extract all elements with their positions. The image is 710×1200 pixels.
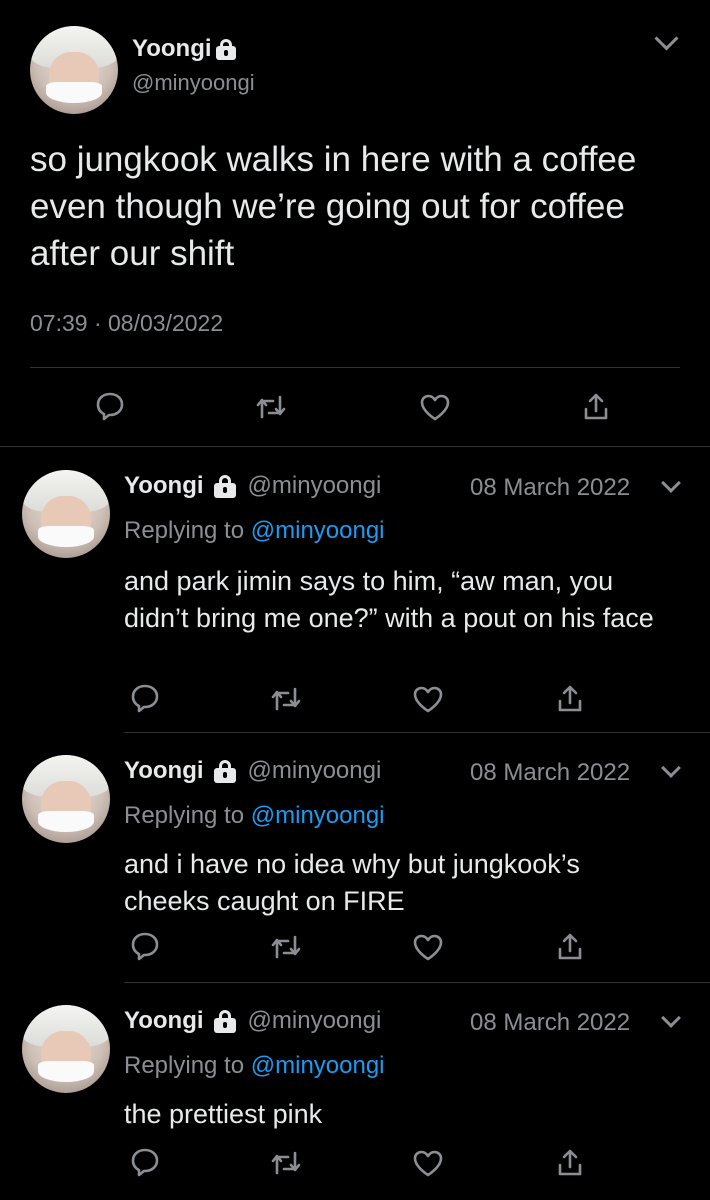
mention-link[interactable]: @minyoongi <box>251 802 385 829</box>
share-icon[interactable] <box>557 1147 583 1177</box>
retweet-icon[interactable] <box>270 933 302 961</box>
chevron-down-icon[interactable] <box>661 758 681 778</box>
tweet-text: and i have no idea why but jungkook’s ch… <box>124 849 580 916</box>
reply-icon[interactable] <box>130 931 160 961</box>
tweet-date: 08/03/2022 <box>108 310 224 336</box>
separator: · <box>93 310 102 336</box>
replying-to: Replying to @minyoongi <box>124 802 385 830</box>
retweet-icon[interactable] <box>270 685 302 713</box>
replying-to: Replying to @minyoongi <box>124 1052 385 1080</box>
handle[interactable]: @minyoongi <box>248 472 382 500</box>
chevron-down-icon[interactable] <box>661 1008 681 1028</box>
chevron-down-icon[interactable] <box>654 26 679 51</box>
handle[interactable]: @minyoongi <box>248 757 382 785</box>
heart-icon[interactable] <box>419 393 451 421</box>
mention-link[interactable]: @minyoongi <box>251 517 385 544</box>
chevron-down-icon[interactable] <box>661 473 681 493</box>
reply-date[interactable]: 08 March 2022 <box>470 1009 630 1037</box>
divider <box>30 367 680 368</box>
tweet-timestamp: 07:39 · 08/03/2022 <box>30 310 223 337</box>
share-icon[interactable] <box>557 931 583 961</box>
tweet-text: and park jimin says to him, “aw man, you… <box>124 566 654 633</box>
display-name[interactable]: Yoongi <box>132 35 212 63</box>
lock-icon <box>215 38 236 60</box>
share-icon[interactable] <box>583 391 609 421</box>
divider <box>124 732 710 733</box>
mention-link[interactable]: @minyoongi <box>251 1052 385 1079</box>
heart-icon[interactable] <box>412 1149 444 1177</box>
retweet-icon[interactable] <box>255 393 287 421</box>
replying-to: Replying to @minyoongi <box>124 517 385 545</box>
reply-icon[interactable] <box>95 391 125 421</box>
heart-icon[interactable] <box>412 685 444 713</box>
reply-date[interactable]: 08 March 2022 <box>470 759 630 787</box>
avatar[interactable] <box>22 755 110 843</box>
heart-icon[interactable] <box>412 933 444 961</box>
handle[interactable]: @minyoongi <box>248 1007 382 1035</box>
display-name[interactable]: Yoongi <box>124 757 204 785</box>
divider <box>124 982 710 983</box>
tweet-text: the prettiest pink <box>124 1099 323 1129</box>
reply-date[interactable]: 08 March 2022 <box>470 474 630 502</box>
lock-icon <box>213 1009 236 1033</box>
share-icon[interactable] <box>557 683 583 713</box>
display-name[interactable]: Yoongi <box>124 472 204 500</box>
tweet-time: 07:39 <box>30 310 88 336</box>
lock-icon <box>213 759 236 783</box>
replying-to-label: Replying to <box>124 802 245 829</box>
replying-to-label: Replying to <box>124 517 245 544</box>
handle[interactable]: @minyoongi <box>132 70 255 96</box>
avatar[interactable] <box>22 470 110 558</box>
retweet-icon[interactable] <box>270 1149 302 1177</box>
tweet-text: so jungkook walks in here with a coffee … <box>30 140 637 273</box>
divider <box>0 446 710 447</box>
avatar[interactable] <box>22 1005 110 1093</box>
display-name[interactable]: Yoongi <box>124 1007 204 1035</box>
reply-icon[interactable] <box>130 683 160 713</box>
replying-to-label: Replying to <box>124 1052 245 1079</box>
lock-icon <box>213 474 236 498</box>
avatar[interactable] <box>30 26 118 114</box>
reply-icon[interactable] <box>130 1147 160 1177</box>
